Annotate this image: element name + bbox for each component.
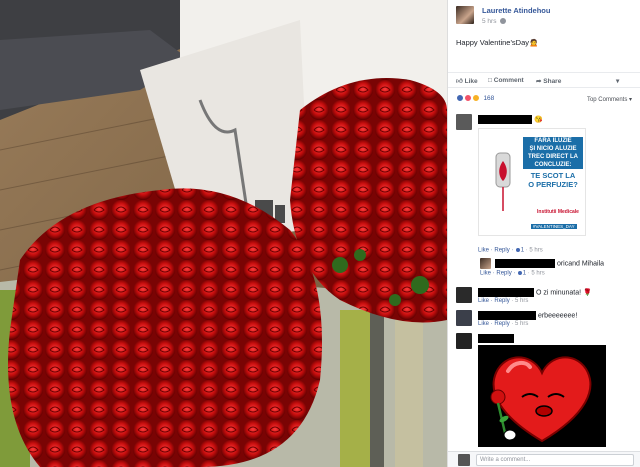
post-photo[interactable] [0,0,447,467]
commenter-avatar[interactable] [456,114,472,130]
comment-like-link[interactable]: Like [478,248,489,254]
comment-meta: Like · Reply · 5 hrs [478,321,529,327]
ad-line: FĂRĂ ILUZIE [523,137,583,145]
comment-input[interactable]: Write a comment... [476,454,634,466]
commenter-avatar[interactable] [456,310,472,326]
comment-body [478,334,514,343]
redacted-name [478,288,534,297]
comment-reply-link[interactable]: Reply [494,298,509,304]
ad-line: CONCLUZIE: [523,161,583,169]
comment-body: erbeeeeeee! [478,311,577,320]
comment-like-link[interactable]: Like [480,271,491,277]
comment-meta: Like · Reply · 1 · 5 hrs [480,270,545,277]
comment-reply-link[interactable]: Reply [496,271,511,277]
comment-reaction-count[interactable]: 1 [523,271,526,277]
thumbs-up-icon: 👍︎ [456,78,463,85]
comment-time[interactable]: 5 hrs [515,298,528,304]
comment-reaction-count[interactable]: 1 [521,248,524,254]
comment-time[interactable]: 5 hrs [529,248,542,254]
globe-icon [500,18,507,25]
post-time-text: 5 hrs [482,18,497,25]
ad-line: TREC DIRECT LA [523,153,583,161]
redacted-name [478,311,536,320]
ad-brand: Institutii Medicale [537,209,579,215]
redacted-name [478,334,514,343]
current-user-avatar [458,454,470,466]
redacted-name [478,115,532,124]
ad-line: ȘI NICIO ALUZIE [523,145,583,153]
comment-meta: Like · Reply · 5 hrs [478,298,529,304]
comment-like-link[interactable]: Like [478,321,489,327]
commenter-avatar[interactable] [456,333,472,349]
post-caption: Happy Valentine'sDay🙍 [456,38,539,47]
post-side-panel: Laurette Atindehou 5 hrs Happy Valentine… [447,0,640,467]
audience-selector[interactable]: ▾ [616,77,619,85]
commenter-avatar[interactable] [480,258,491,269]
heart-with-rose-sticker [490,356,592,443]
like-action[interactable]: 👍︎ Like [456,77,478,85]
ad-line: TE SCOT LA [530,171,576,180]
reaction-count: 168 [483,94,495,102]
comment-time[interactable]: 5 hrs [531,271,544,277]
photo-viewer: Laurette Atindehou 5 hrs Happy Valentine… [0,0,640,467]
caret-down-icon: ▾ [616,78,620,85]
comment-text: erbeeeeeee! [537,312,578,320]
wow-reaction-icon [471,94,480,102]
roses-photo-illustration [0,0,447,467]
comment-sort-dropdown[interactable]: Top Comments ▾ [587,96,632,103]
comment-composer: Write a comment... [448,451,640,467]
ad-hashtag: #VALENTINES_DAY [531,224,577,229]
comment-action[interactable]: □ Comment [488,77,524,84]
redacted-name [495,259,555,268]
post-time[interactable]: 5 hrs [482,18,507,25]
comment-sticker-image[interactable] [478,345,606,447]
comment-action-label: Comment [493,77,524,84]
love-reaction-icon [463,94,472,102]
reactions-summary[interactable]: 168 [456,94,494,104]
ad-line: O PERFUZIE? [528,180,578,189]
comment-like-link[interactable]: Like [478,298,489,304]
author-avatar[interactable] [456,6,474,24]
comment-time[interactable]: 5 hrs [515,321,528,327]
like-reaction-icon [456,94,464,102]
commenter-avatar[interactable] [456,287,472,303]
post-header: Laurette Atindehou 5 hrs [456,4,636,30]
comment-attachment-image[interactable]: FĂRĂ ILUZIE ȘI NICIO ALUZIE TREC DIRECT … [478,128,586,236]
ad-text: FĂRĂ ILUZIE ȘI NICIO ALUZIE TREC DIRECT … [523,137,583,189]
comment-text: 😘 [533,116,543,124]
comment-text: oricand Mihaila [556,260,605,268]
author-name[interactable]: Laurette Atindehou [482,6,550,15]
comment-body: 😘 [478,115,543,124]
share-action-label: Share [543,78,562,85]
post-actions-bar: 👍︎ Like □ Comment ➦ Share ▾ [448,72,640,88]
share-arrow-icon: ➦ [536,78,542,85]
iv-bag-graphic [495,152,511,211]
comment-body: O zi minunata! 🌹 [478,288,592,297]
comment-body: oricand Mihaila [495,259,604,268]
speech-bubble-icon: □ [488,77,492,84]
comment-text: O zi minunata! 🌹 [535,289,592,297]
comment-meta: Like · Reply · 1 · 5 hrs [478,247,543,254]
share-action[interactable]: ➦ Share [536,77,561,85]
like-action-label: Like [464,78,478,85]
comment-reply-link[interactable]: Reply [494,321,509,327]
comment-reply-link[interactable]: Reply [494,248,509,254]
